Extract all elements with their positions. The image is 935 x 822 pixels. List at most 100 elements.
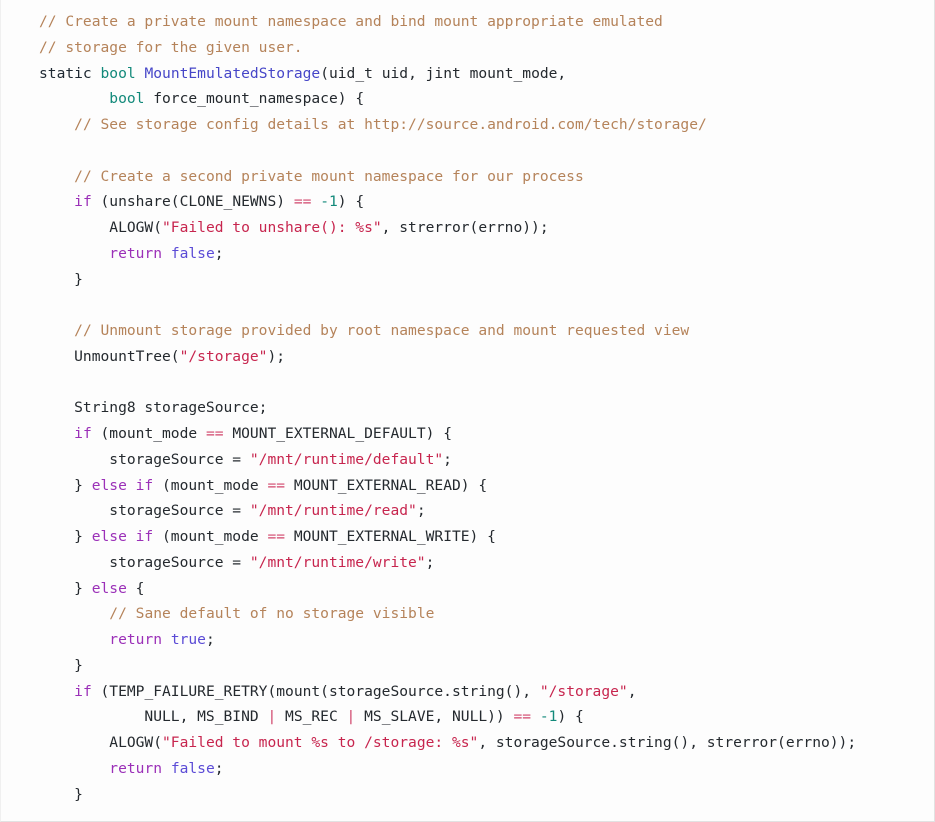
code-line: // Create a private mount namespace and …: [39, 9, 934, 35]
code-line: // Unmount storage provided by root name…: [39, 318, 934, 344]
token-plain: ALOGW(: [39, 734, 163, 751]
token-plain: (unshare(CLONE_NEWNS): [91, 193, 294, 211]
code-line: storageSource = "/mnt/runtime/write";: [39, 550, 934, 576]
token-op: ==: [267, 476, 286, 494]
token-type: bool: [100, 64, 136, 82]
code-line: return false;: [39, 756, 934, 782]
token-plain: force_mount_namespace) {: [144, 90, 365, 108]
token-comment: // storage for the given user.: [39, 38, 303, 56]
token-keyword: return: [109, 759, 163, 777]
token-plain: (uid_t uid, jint mount_mode,: [320, 64, 567, 82]
code-line: ALOGW("Failed to unshare(): %s", strerro…: [39, 215, 934, 241]
code-line: }: [39, 267, 934, 293]
code-line: // Create a second private mount namespa…: [39, 164, 934, 190]
token-plain: ) {: [337, 193, 365, 211]
token-keyword: return: [109, 244, 163, 262]
token-func: MountEmulatedStorage: [144, 64, 321, 82]
token-plain: ;: [416, 502, 426, 520]
token-plain: ;: [205, 631, 215, 648]
token-string: "/storage": [539, 682, 628, 700]
code-line: if (unshare(CLONE_NEWNS) == -1) {: [39, 189, 934, 215]
token-comment: // Unmount storage provided by root name…: [74, 322, 690, 339]
token-string: "/mnt/runtime/read": [249, 502, 417, 520]
token-keyword: else if: [91, 476, 154, 494]
code-line: ALOGW("Failed to mount %s to /storage: %…: [39, 730, 934, 756]
token-op: |: [267, 708, 277, 726]
code-line: // See storage config details at http://…: [39, 112, 934, 138]
token-plain: ) {: [557, 708, 584, 726]
token-plain: }: [39, 656, 83, 674]
token-plain: MS_SLAVE, NULL)): [355, 708, 514, 726]
code-listing[interactable]: // Create a private mount namespace and …: [1, 9, 934, 807]
token-comment: // Create a second private mount namespa…: [74, 167, 584, 185]
code-line: }: [39, 653, 934, 679]
token-plain: (TEMP_FAILURE_RETRY(mount(storageSource.…: [91, 682, 540, 700]
token-plain: {: [126, 579, 145, 597]
token-plain: ;: [425, 553, 435, 571]
token-string: "Failed to unshare(): %s": [162, 219, 382, 236]
code-line: if (mount_mode == MOUNT_EXTERNAL_DEFAULT…: [39, 421, 934, 447]
token-plain: ;: [443, 450, 452, 468]
token-keyword: else if: [91, 528, 154, 545]
token-plain: }: [39, 476, 92, 494]
token-string: "/mnt/runtime/default": [249, 450, 444, 468]
token-plain: ;: [214, 244, 224, 262]
token-plain: String8 storageSource;: [39, 399, 268, 417]
token-string: "Failed to mount %s to /storage: %s": [162, 734, 479, 751]
code-line: if (TEMP_FAILURE_RETRY(mount(storageSour…: [39, 679, 934, 705]
token-keyword: if: [74, 193, 92, 211]
token-number: -1: [539, 708, 558, 726]
code-block[interactable]: // Create a private mount namespace and …: [0, 0, 935, 822]
token-plain: (mount_mode: [153, 476, 268, 494]
token-plain: ,: [627, 682, 637, 700]
token-op: ==: [513, 708, 532, 726]
token-plain: }: [39, 579, 92, 597]
code-line: storageSource = "/mnt/runtime/read";: [39, 498, 934, 524]
token-string: "/mnt/runtime/write": [249, 553, 426, 571]
code-line: UnmountTree("/storage");: [39, 344, 934, 370]
token-plain: UnmountTree(: [39, 347, 180, 365]
code-line: storageSource = "/mnt/runtime/default";: [39, 447, 934, 473]
code-line: } else {: [39, 576, 934, 602]
token-plain: storageSource =: [39, 553, 250, 571]
token-plain: (mount_mode: [91, 425, 206, 442]
code-line: NULL, MS_BIND | MS_REC | MS_SLAVE, NULL)…: [39, 704, 934, 730]
token-plain: }: [39, 785, 83, 803]
token-comment: // See storage config details at http://…: [74, 116, 707, 133]
token-plain: );: [267, 347, 286, 365]
token-plain: storageSource =: [39, 450, 250, 468]
code-line: // storage for the given user.: [39, 35, 934, 61]
token-plain: , storageSource.string(), strerror(errno…: [478, 734, 857, 751]
token-const: false: [170, 759, 215, 777]
token-plain: , strerror(errno));: [381, 219, 549, 236]
token-string: "/storage": [179, 347, 268, 365]
token-comment: // Create a private mount namespace and …: [39, 13, 663, 30]
token-op: ==: [205, 425, 224, 442]
code-line: // Sane default of no storage visible: [39, 601, 934, 627]
token-plain: ALOGW(: [39, 219, 163, 236]
token-keyword: if: [74, 425, 92, 442]
code-line: } else if (mount_mode == MOUNT_EXTERNAL_…: [39, 524, 934, 550]
token-comment: // Sane default of no storage visible: [109, 605, 435, 623]
token-plain: MS_REC: [276, 708, 347, 726]
code-line: String8 storageSource;: [39, 395, 934, 421]
token-plain: (mount_mode: [153, 528, 268, 545]
token-type: bool: [109, 90, 145, 108]
